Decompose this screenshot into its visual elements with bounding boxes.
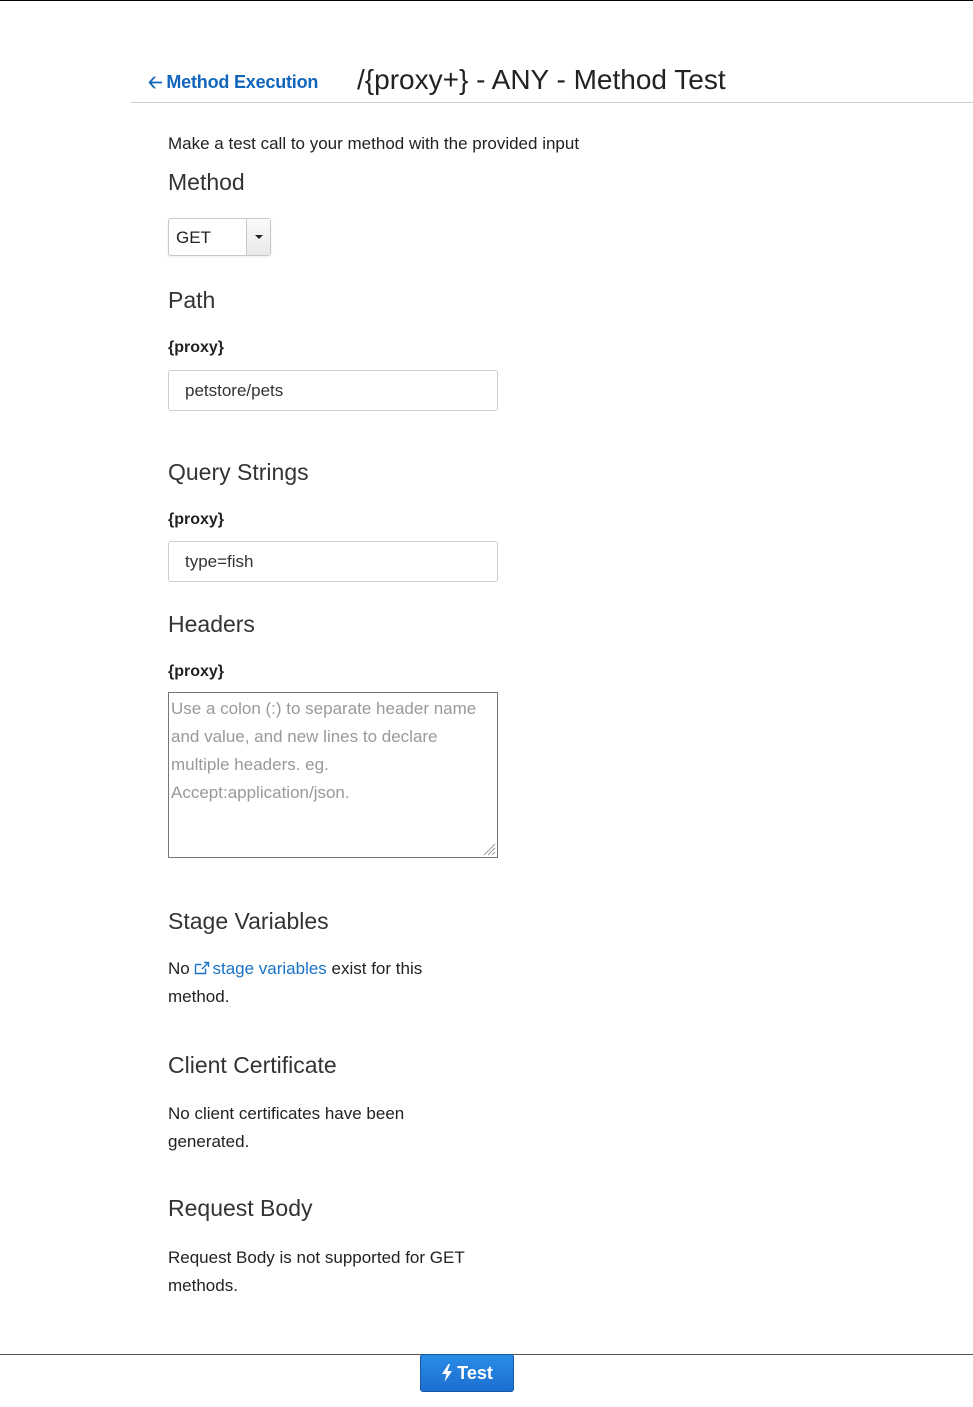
method-select[interactable]: GET [168, 218, 271, 256]
stage-variables-heading: Stage Variables [168, 908, 329, 934]
stage-variables-prefix: No [168, 959, 195, 978]
query-strings-heading: Query Strings [168, 459, 309, 485]
back-to-method-execution-link[interactable]: 🡠 Method Execution [148, 70, 318, 100]
caret-down-icon [255, 235, 263, 239]
resize-handle-icon[interactable] [480, 840, 496, 856]
method-select-value: GET [176, 228, 211, 247]
intro-text: Make a test call to your method with the… [168, 134, 580, 153]
client-certificate-heading: Client Certificate [168, 1052, 337, 1078]
request-body-text: Request Body is not supported for GET me… [168, 1248, 465, 1295]
query-proxy-label: {proxy} [168, 511, 225, 528]
test-button[interactable]: Test [420, 1354, 514, 1392]
method-select-toggle[interactable] [246, 219, 270, 255]
stage-variables-text: No stage variables exist for this method… [168, 955, 468, 1011]
headers-textarea[interactable] [168, 692, 498, 858]
method-heading: Method [168, 169, 245, 195]
back-link-label: Method Execution [166, 72, 319, 92]
bolt-icon [442, 1363, 453, 1382]
stage-variables-link-label: stage variables [212, 959, 327, 978]
test-button-label: Test [457, 1362, 493, 1383]
path-heading: Path [168, 287, 216, 313]
headers-proxy-label: {proxy} [168, 663, 225, 680]
client-certificate-text: No client certificates have been generat… [168, 1104, 405, 1151]
headers-heading: Headers [168, 611, 255, 637]
path-proxy-label: {proxy} [168, 339, 225, 356]
top-border [0, 0, 973, 1]
path-proxy-input[interactable] [168, 370, 498, 411]
request-body-heading: Request Body [168, 1195, 313, 1221]
arrow-left-icon: 🡠 [148, 72, 163, 92]
query-proxy-input[interactable] [168, 541, 498, 582]
stage-variables-link[interactable]: stage variables [194, 959, 327, 978]
external-link-icon [195, 961, 210, 975]
page-header: 🡠 Method Execution /{proxy+} - ANY - Meth… [131, 60, 973, 103]
page-title: /{proxy+} - ANY - Method Test [357, 64, 726, 95]
